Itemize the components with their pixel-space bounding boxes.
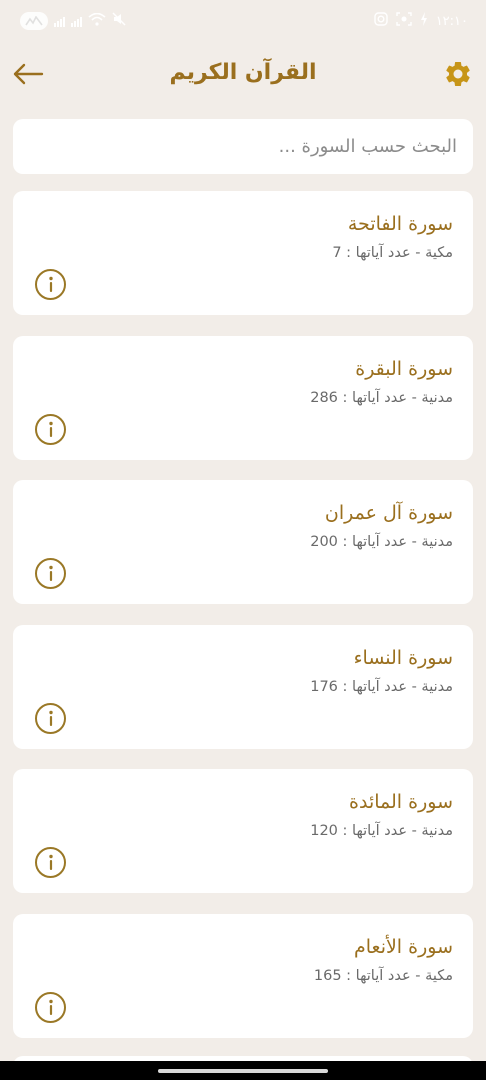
search-input[interactable] [13, 119, 473, 174]
screenshot-icon [395, 12, 412, 30]
surah-card[interactable]: سورة المائدة مدنية - عدد آياتها : 120 [13, 769, 473, 894]
info-icon [48, 421, 53, 437]
info-button[interactable] [35, 702, 66, 734]
info-button[interactable] [35, 558, 66, 590]
info-button[interactable] [35, 269, 66, 300]
surah-name: سورة البقرة [355, 357, 453, 380]
signal-1-icon [54, 15, 65, 27]
surah-meta: مكية - عدد آياتها : 165 [313, 967, 453, 984]
surah-card[interactable]: سورة آل عمران مدنية - عدد آياتها : 200 [13, 480, 473, 605]
surah-name: سورة المائدة [349, 791, 453, 814]
status-left-icons [20, 12, 126, 30]
surah-meta: مدنية - عدد آياتها : 200 [310, 534, 453, 551]
surah-card[interactable]: سورة البقرة مدنية - عدد آياتها : 286 [13, 335, 473, 460]
gear-icon [446, 61, 470, 86]
surah-meta: مدنية - عدد آياتها : 286 [310, 389, 453, 406]
surah-name: سورة الأنعام [353, 935, 453, 958]
surah-list: سورة الفاتحة مكية - عدد آياتها : 7 سورة … [13, 191, 473, 1059]
status-bar: ١٢:١٠ [0, 0, 486, 44]
page-title: القرآن الكريم [169, 60, 317, 85]
surah-card[interactable]: سورة الأنعام مكية - عدد آياتها : 165 [13, 913, 473, 1038]
home-indicator[interactable] [158, 1069, 328, 1073]
status-time: ١٢:١٠ [435, 13, 468, 29]
surah-name: سورة النساء [353, 646, 453, 669]
app-bar: القرآن الكريم [0, 44, 486, 104]
info-icon [48, 565, 53, 582]
mute-icon [112, 12, 126, 30]
surah-card[interactable]: سورة النساء مدنية - عدد آياتها : 176 [13, 624, 473, 749]
info-icon [48, 710, 53, 726]
surah-name: سورة آل عمران [324, 502, 453, 525]
charging-icon [420, 12, 428, 30]
hotspot-pill-icon [20, 12, 48, 30]
surah-card[interactable]: سورة الفاتحة مكية - عدد آياتها : 7 [13, 191, 473, 315]
system-nav-bar [0, 1061, 486, 1080]
info-button[interactable] [35, 847, 66, 879]
surah-meta: مدنية - عدد آياتها : 176 [310, 678, 453, 695]
status-right-icons: ١٢:١٠ [373, 12, 468, 30]
info-icon [48, 276, 53, 292]
wifi-icon [88, 12, 106, 30]
info-button[interactable] [35, 991, 66, 1023]
info-icon [48, 999, 53, 1015]
settings-button[interactable] [440, 56, 476, 92]
instagram-icon [373, 12, 388, 30]
surah-meta: مدنية - عدد آياتها : 120 [310, 823, 453, 840]
signal-2-icon [71, 15, 82, 27]
surah-meta: مكية - عدد آياتها : 7 [332, 245, 453, 261]
info-icon [48, 855, 53, 871]
info-button[interactable] [35, 413, 66, 445]
surah-name: سورة الفاتحة [347, 213, 453, 235]
